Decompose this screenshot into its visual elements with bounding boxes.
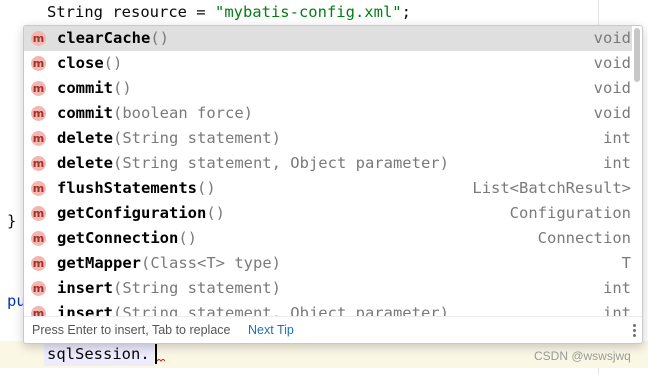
method-signature: delete(String statement) <box>57 126 281 151</box>
return-type: T <box>621 254 631 272</box>
method-params: (String statement) <box>113 279 281 297</box>
code-semicolon: ; <box>401 3 411 21</box>
completion-item[interactable]: m insert(String statement, Object paramet… <box>24 301 632 316</box>
method-icon: m <box>31 56 46 71</box>
method-signature: commit() <box>57 76 132 101</box>
return-type: int <box>603 304 631 316</box>
closing-brace: } <box>7 212 17 230</box>
code-line-resource: String resource = "mybatis-config.xml"; <box>47 0 411 24</box>
code-line-sqlsession[interactable]: sqlSession. <box>47 342 150 366</box>
popup-footer: Press Enter to insert, Tab to replace Ne… <box>24 316 642 343</box>
return-type: void <box>593 104 631 122</box>
method-params: (Class<T> type) <box>141 254 281 272</box>
method-name: close <box>57 54 104 72</box>
return-type: void <box>593 54 631 72</box>
error-squiggle <box>157 359 165 362</box>
completion-item[interactable]: m insert(String statement) int <box>24 276 632 301</box>
completion-item[interactable]: m getConnection() Connection <box>24 226 632 251</box>
method-signature: getConfiguration() <box>57 201 225 226</box>
scrollbar[interactable] <box>632 26 642 316</box>
method-params: (String statement) <box>113 129 281 147</box>
return-type: Configuration <box>509 204 631 222</box>
method-icon: m <box>31 81 46 96</box>
more-options-icon[interactable] <box>633 324 636 339</box>
sqlsession-variable: sqlSession <box>47 345 141 363</box>
string-literal: "mybatis-config.xml" <box>214 3 402 21</box>
method-icon: m <box>31 31 46 46</box>
method-signature: insert(String statement, Object paramete… <box>57 301 449 316</box>
completion-item[interactable]: m commit() void <box>24 76 632 101</box>
return-type: Connection <box>537 229 631 247</box>
method-icon: m <box>31 206 46 221</box>
next-tip-link[interactable]: Next Tip <box>248 317 294 343</box>
return-type: void <box>593 79 631 97</box>
completion-item[interactable]: m getConfiguration() Configuration <box>24 201 632 226</box>
method-params: () <box>150 29 169 47</box>
method-params: () <box>103 54 123 72</box>
method-signature: getConnection() <box>57 226 197 251</box>
watermark: CSDN @wswsjwq <box>534 349 631 363</box>
completion-item[interactable]: m clearCache() void <box>24 26 632 51</box>
scrollbar-thumb[interactable] <box>634 28 640 82</box>
method-name: getConfiguration <box>57 204 207 222</box>
method-icon: m <box>31 281 46 296</box>
code-completion-popup[interactable]: m clearCache() void m close() void m commit() vo… <box>23 25 643 344</box>
method-icon: m <box>31 181 46 196</box>
method-name: delete <box>57 129 113 147</box>
return-type: int <box>603 154 631 172</box>
member-access-dot: . <box>140 345 150 363</box>
method-params: () <box>196 179 216 197</box>
method-signature: insert(String statement) <box>57 276 281 301</box>
completion-item[interactable]: m flushStatements() List<BatchResult> <box>24 176 632 201</box>
method-signature: flushStatements() <box>57 176 216 201</box>
method-params: () <box>178 229 197 247</box>
method-params: (boolean force) <box>113 104 253 122</box>
method-name: delete <box>57 154 113 172</box>
method-name: insert <box>57 279 113 297</box>
method-name: commit <box>57 104 113 122</box>
method-signature: getMapper(Class<T> type) <box>57 251 281 276</box>
method-icon: m <box>31 156 46 171</box>
method-icon: m <box>31 306 46 316</box>
method-name: flushStatements <box>57 179 197 197</box>
method-signature: delete(String statement, Object paramete… <box>57 151 449 176</box>
completion-item[interactable]: m delete(String statement) int <box>24 126 632 151</box>
method-signature: clearCache() <box>57 26 169 51</box>
method-name: getMapper <box>57 254 141 272</box>
method-signature: close() <box>57 51 122 76</box>
completion-item[interactable]: m delete(String statement, Object paramet… <box>24 151 632 176</box>
return-type: int <box>603 129 631 147</box>
method-name: getConnection <box>57 229 179 247</box>
code-text: String resource = <box>47 3 215 21</box>
completion-item[interactable]: m getMapper(Class<T> type) T <box>24 251 632 276</box>
return-type: List<BatchResult> <box>472 179 631 197</box>
method-name: insert <box>57 304 113 316</box>
return-type: int <box>603 279 631 297</box>
method-icon: m <box>31 131 46 146</box>
method-icon: m <box>31 231 46 246</box>
completion-item[interactable]: m close() void <box>24 51 632 76</box>
completion-list[interactable]: m clearCache() void m close() void m commit() vo… <box>24 26 632 316</box>
method-name: commit <box>57 79 113 97</box>
method-params: (String statement, Object parameter) <box>113 154 449 172</box>
method-params: () <box>113 79 132 97</box>
completion-item[interactable]: m commit(boolean force) void <box>24 101 632 126</box>
method-icon: m <box>31 106 46 121</box>
method-params: (String statement, Object parameter) <box>113 304 449 316</box>
return-type: void <box>593 29 631 47</box>
method-params: () <box>206 204 225 222</box>
insert-hint: Press Enter to insert, Tab to replace <box>32 323 231 337</box>
method-name: clearCache <box>57 29 151 47</box>
method-icon: m <box>31 256 46 271</box>
method-signature: commit(boolean force) <box>57 101 253 126</box>
